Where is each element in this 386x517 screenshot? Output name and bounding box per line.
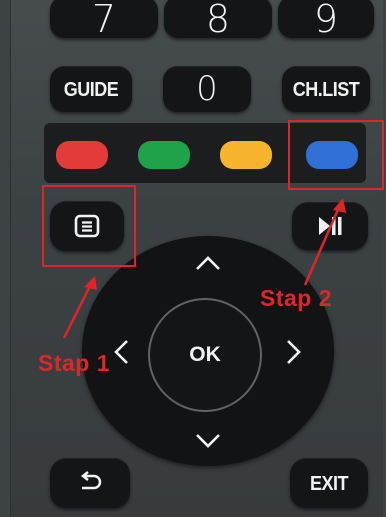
step2-arrowhead-icon (333, 198, 346, 213)
annotation-arrows (62, 198, 346, 339)
step1-label: Stap 1 (38, 350, 111, 376)
step2-arrow-icon (303, 204, 342, 286)
step1-arrow-icon (62, 281, 94, 339)
step2-label: Stap 2 (260, 285, 333, 311)
step1-arrowhead-icon (84, 276, 97, 290)
